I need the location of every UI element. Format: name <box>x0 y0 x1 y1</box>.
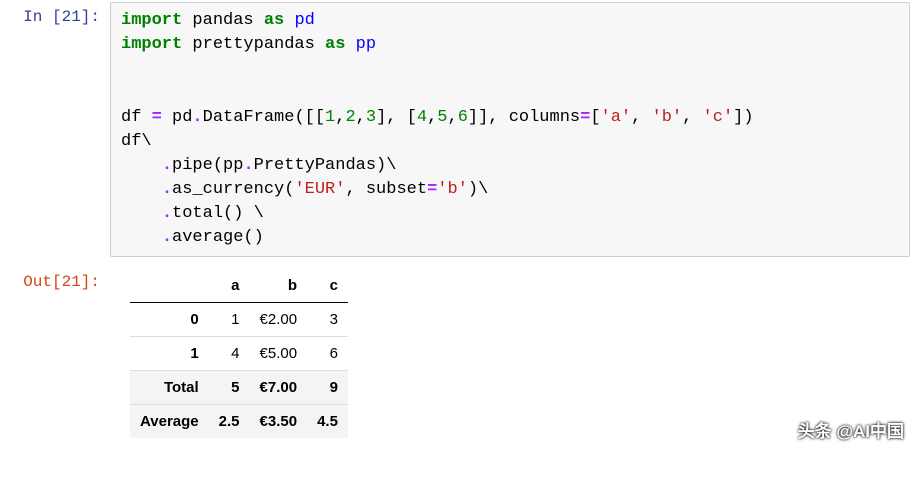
cell-value: 5 <box>209 371 250 405</box>
cell-value: 4 <box>209 337 250 371</box>
index-header <box>130 269 209 303</box>
input-cell: In [21]: import pandas as pd import pret… <box>0 0 916 257</box>
column-header: b <box>250 269 308 303</box>
row-index: Average <box>130 405 209 439</box>
row-index: 0 <box>130 303 209 337</box>
table-row: Average2.5€3.504.5 <box>130 405 348 439</box>
cell-value: 9 <box>307 371 348 405</box>
cell-value: €2.00 <box>250 303 308 337</box>
table-row: Total5€7.009 <box>130 371 348 405</box>
table-row: 14€5.006 <box>130 337 348 371</box>
cell-value: €5.00 <box>250 337 308 371</box>
cell-value: 3 <box>307 303 348 337</box>
cell-value: 2.5 <box>209 405 250 439</box>
cell-value: 1 <box>209 303 250 337</box>
code-editor[interactable]: import pandas as pd import prettypandas … <box>110 2 910 257</box>
table-row: 01€2.003 <box>130 303 348 337</box>
row-index: Total <box>130 371 209 405</box>
cell-value: €7.00 <box>250 371 308 405</box>
watermark-text: 头条 @AI中国 <box>798 417 904 442</box>
cell-value: €3.50 <box>250 405 308 439</box>
output-area: abc 01€2.00314€5.006Total5€7.009Average2… <box>110 265 916 448</box>
cell-value: 4.5 <box>307 405 348 439</box>
column-header: a <box>209 269 250 303</box>
column-header: c <box>307 269 348 303</box>
row-index: 1 <box>130 337 209 371</box>
input-prompt: In [21]: <box>0 0 110 26</box>
output-prompt: Out[21]: <box>0 265 110 291</box>
output-cell: Out[21]: abc 01€2.00314€5.006Total5€7.00… <box>0 265 916 448</box>
cell-value: 6 <box>307 337 348 371</box>
dataframe-table: abc 01€2.00314€5.006Total5€7.009Average2… <box>130 269 348 438</box>
